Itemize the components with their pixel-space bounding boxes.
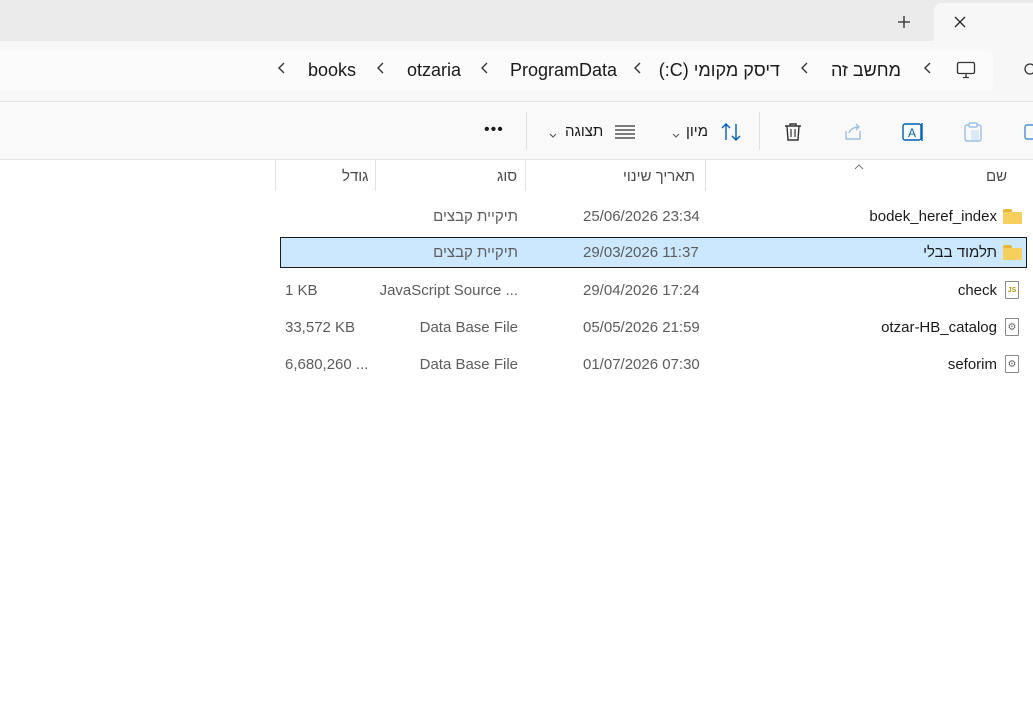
chevron-left-icon[interactable] [923, 61, 933, 80]
file-date: 01/07/2026 07:30 [583, 355, 700, 373]
column-divider[interactable] [525, 160, 526, 191]
file-type: תיקיית קבצים [433, 207, 518, 225]
file-type: Data Base File [419, 355, 518, 373]
column-header-name[interactable]: שם [986, 168, 1007, 185]
share-icon[interactable] [842, 121, 864, 143]
search-icon[interactable] [1022, 62, 1033, 76]
file-date: 25/06/2026 23:34 [583, 207, 700, 225]
file-size: 6,680,260 ... [285, 355, 369, 373]
file-size: 33,572 KB [285, 318, 356, 336]
column-header-date[interactable]: תאריך שינוי [623, 168, 695, 185]
chevron-left-icon[interactable] [633, 61, 643, 80]
chevron-down-icon[interactable] [671, 127, 681, 138]
file-row[interactable]: JS check 29/04/2026 17:24 JavaScript Sou… [276, 275, 1032, 305]
js-file-icon: JS [1005, 275, 1019, 305]
file-size: 1 KB [285, 281, 318, 299]
column-header-type[interactable]: סוג [497, 168, 517, 185]
chevron-left-icon[interactable] [480, 61, 490, 80]
column-divider[interactable] [375, 160, 376, 191]
file-name[interactable]: seforim [948, 349, 997, 379]
file-row[interactable]: ⚙ seforim 01/07/2026 07:30 Data Base Fil… [276, 349, 1032, 379]
rename-icon[interactable]: A [901, 121, 925, 143]
db-file-icon: ⚙ [1005, 349, 1019, 379]
command-separator [526, 112, 527, 150]
file-type: תיקיית קבצים [433, 244, 518, 261]
breadcrumb-item-this-pc[interactable]: מחשב זה [831, 60, 901, 81]
plus-icon[interactable] [892, 10, 916, 34]
folder-icon [1003, 238, 1022, 267]
file-name[interactable]: otzar-HB_catalog [881, 312, 997, 342]
chevron-down-icon[interactable] [548, 127, 558, 138]
command-separator [759, 112, 760, 150]
sort-icon[interactable] [719, 121, 743, 143]
file-row[interactable]: bodek_heref_index 25/06/2026 23:34 תיקיי… [276, 201, 1032, 231]
divider [0, 159, 1033, 160]
tab-strip [0, 0, 1033, 41]
breadcrumb-item-local-disk[interactable]: דיסק מקומי (C:) [659, 60, 780, 81]
copy-icon[interactable] [1022, 122, 1033, 142]
file-date: 29/03/2026 11:37 [583, 244, 699, 261]
db-file-icon: ⚙ [1005, 312, 1019, 342]
file-row-selected[interactable]: תלמוד בבלי 29/03/2026 11:37 תיקיית קבצים [280, 237, 1027, 268]
column-divider[interactable] [275, 160, 276, 191]
view-icon[interactable] [613, 123, 637, 141]
file-type: Data Base File [419, 318, 518, 336]
file-row[interactable]: ⚙ otzar-HB_catalog 05/05/2026 21:59 Data… [276, 312, 1032, 342]
delete-icon[interactable] [782, 121, 804, 143]
breadcrumb-item-programdata[interactable]: ProgramData [510, 60, 617, 81]
paste-icon[interactable] [962, 121, 984, 143]
file-name[interactable]: check [958, 275, 997, 305]
breadcrumb-item-otzaria[interactable]: otzaria [407, 60, 461, 81]
close-icon[interactable] [948, 10, 972, 34]
chevron-left-icon[interactable] [800, 61, 810, 80]
view-label[interactable]: תצוגה [565, 123, 603, 140]
svg-text:A: A [908, 126, 916, 140]
monitor-icon[interactable] [955, 59, 977, 81]
sort-label[interactable]: מיון [686, 123, 708, 140]
file-date: 05/05/2026 21:59 [583, 318, 700, 336]
chevron-left-icon[interactable] [376, 61, 386, 80]
column-divider[interactable] [705, 160, 706, 191]
sort-indicator-icon [854, 158, 864, 170]
column-header-size[interactable]: גודל [342, 168, 369, 185]
file-name[interactable]: תלמוד בבלי [923, 238, 997, 267]
command-bar [0, 102, 1033, 159]
breadcrumb-item-books[interactable]: books [308, 60, 356, 81]
chevron-left-icon[interactable] [277, 61, 287, 80]
file-name[interactable]: bodek_heref_index [869, 201, 997, 231]
file-type: JavaScript Source ... [379, 281, 518, 299]
folder-icon [1003, 201, 1022, 231]
more-options-button[interactable]: ••• [484, 121, 504, 139]
file-date: 29/04/2026 17:24 [583, 281, 700, 299]
